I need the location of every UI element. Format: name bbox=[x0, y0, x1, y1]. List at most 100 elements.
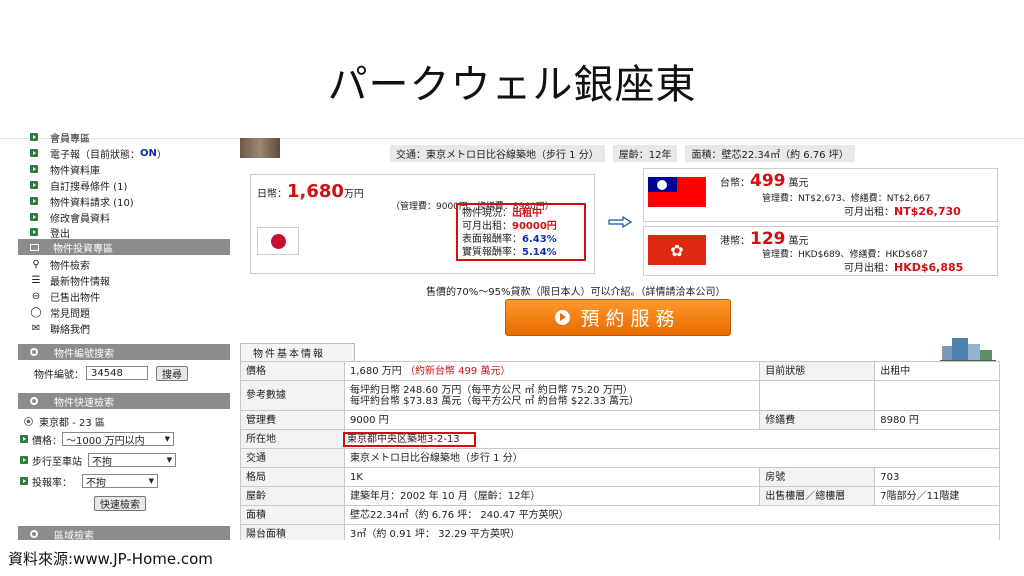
sidebar-item-faq[interactable]: ◯ 常見問題 bbox=[30, 305, 90, 320]
price-select-value: ～1000 万円以内 bbox=[66, 435, 145, 447]
play-icon bbox=[555, 310, 571, 325]
sidebar-item-requests[interactable]: 物件資料請求 (10) bbox=[30, 194, 134, 209]
sidebar-item-database[interactable]: 物件資料庫 bbox=[30, 162, 100, 177]
hongkong-flag-icon: ✿ bbox=[648, 235, 706, 265]
sidebar-header-invest: 物件投資專區 bbox=[18, 239, 230, 255]
hkd-price-box: ✿ 港幣： 129 萬元 管理費：HKD$689、修繕費：HKD$687 可月出… bbox=[643, 226, 998, 276]
minus-circle-icon: ⊖ bbox=[31, 290, 41, 302]
sidebar: 會員專區 電子報（目前狀態： ON） 物件資料庫 自訂搜尋條件 (1) 物件資料請… bbox=[18, 130, 230, 540]
row-label: 所在地 bbox=[240, 429, 345, 449]
sidebar-item-latest[interactable]: ☰ 最新物件情報 bbox=[30, 273, 110, 288]
row-label: 參考數據 bbox=[240, 380, 345, 411]
newsletter-status: ON bbox=[140, 147, 157, 159]
price-twd-note: （約新台幣 499 萬元） bbox=[405, 365, 511, 377]
sidebar-item-label: 自訂搜尋條件 (1) bbox=[50, 181, 128, 193]
sidebar-item-contact[interactable]: ✉ 聯絡我們 bbox=[30, 321, 90, 336]
number-search-input[interactable]: 34548 bbox=[86, 366, 148, 380]
row-value: 703 bbox=[874, 467, 1000, 487]
walk-select[interactable]: 不拘 ▼ bbox=[88, 453, 176, 468]
surface-yield-line: 表面報酬率：6.43% bbox=[462, 233, 580, 246]
twd-rent-label: 可月出租： bbox=[844, 207, 894, 218]
row-value: 壁芯22.34㎡（約 6.76 坪： 240.47 平方英呎） bbox=[344, 505, 1000, 525]
status-value: 出租中 bbox=[512, 208, 542, 219]
twd-label: 台幣： bbox=[720, 178, 750, 189]
main-content: 交通：東京メトロ日比谷線築地（步行 1 分） 屋齡：12年 面積：壁芯22.34… bbox=[240, 130, 1010, 540]
sidebar-item-edit-profile[interactable]: 修改會員資料 bbox=[30, 210, 110, 225]
table-row: 面積 壁芯22.34㎡（約 6.76 坪： 240.47 平方英呎） bbox=[240, 505, 1000, 525]
hkd-price: 港幣： 129 萬元 bbox=[720, 229, 809, 249]
twd-price-value: 499 bbox=[750, 171, 786, 191]
sidebar-item-label: 電子報（目前狀態： bbox=[50, 149, 140, 161]
number-search-button[interactable]: 搜尋 bbox=[156, 365, 188, 381]
quick-search-walk-row: 步行至車站 不拘 ▼ bbox=[20, 453, 176, 468]
table-row: 參考數據 每坪約日幣 248.60 万円（每平方公尺 ㎡ 約日幣 75.20 万… bbox=[240, 380, 1000, 411]
sidebar-item-logout[interactable]: 登出 bbox=[30, 225, 70, 240]
jpy-unit: 万円 bbox=[343, 189, 364, 200]
twd-price: 台幣： 499 萬元 bbox=[720, 171, 809, 191]
sidebar-item-search[interactable]: ⚲ 物件檢索 bbox=[30, 257, 90, 272]
sidebar-item-sold[interactable]: ⊖ 已售出物件 bbox=[30, 289, 100, 304]
rent-label: 可月出租： bbox=[462, 221, 512, 232]
radio-button[interactable] bbox=[24, 416, 33, 426]
sidebar-item-label: 登出 bbox=[50, 228, 70, 240]
speech-bubble-icon: ◯ bbox=[30, 306, 42, 318]
row-label: 面積 bbox=[240, 505, 345, 525]
sidebar-item-label: 聯絡我們 bbox=[50, 324, 90, 336]
row-value: 8980 円 bbox=[874, 410, 1000, 430]
region-label: 東京都 - 23 區 bbox=[39, 417, 105, 429]
walk-select-value: 不拘 bbox=[92, 456, 112, 468]
sidebar-item-saved-search[interactable]: 自訂搜尋條件 (1) bbox=[30, 178, 128, 193]
bullet-icon bbox=[20, 456, 28, 464]
table-row: 所在地 東京都中央区築地3-2-13 bbox=[240, 429, 1000, 449]
quick-search-button[interactable]: 快速檢索 bbox=[94, 495, 146, 511]
yield-select-value: 不拘 bbox=[86, 477, 106, 489]
sidebar-header-label: 物件投資專區 bbox=[53, 243, 113, 255]
row-label: 價格 bbox=[240, 361, 345, 381]
hkd-unit: 萬元 bbox=[788, 236, 809, 247]
chevron-down-icon: ▼ bbox=[164, 435, 170, 443]
japan-flag-icon bbox=[257, 227, 299, 255]
row-value bbox=[874, 380, 1000, 411]
chevron-down-icon: ▼ bbox=[148, 477, 154, 485]
jpy-price-value: 1,680 bbox=[287, 181, 344, 202]
row-label: 管理費 bbox=[240, 410, 345, 430]
sidebar-item-label: 修改會員資料 bbox=[50, 213, 110, 225]
search-icon: ⚲ bbox=[32, 258, 40, 270]
reference-jpy: 每坪約日幣 248.60 万円（每平方公尺 ㎡ 約日幣 75.20 万円） bbox=[350, 384, 633, 396]
twd-rent: 可月出租：NT$26,730 bbox=[844, 203, 961, 218]
rss-icon: ☰ bbox=[31, 274, 41, 286]
bullet-icon bbox=[30, 228, 38, 236]
chevron-down-icon: ▼ bbox=[166, 456, 172, 464]
yield-select[interactable]: 不拘 ▼ bbox=[82, 474, 158, 489]
summary-area: 面積：壁芯22.34㎡（約 6.76 坪） bbox=[685, 144, 855, 162]
price-cell: 1,680 万円 （約新台幣 499 萬元） bbox=[343, 361, 761, 381]
taiwan-flag-icon bbox=[648, 177, 706, 207]
twd-unit: 萬元 bbox=[788, 178, 809, 189]
row-value: 出租中 bbox=[874, 361, 1000, 381]
sidebar-header-number-search: 物件編號搜索 bbox=[18, 344, 230, 360]
sidebar-item-label: 常見問題 bbox=[50, 308, 90, 320]
quick-search-price-row: 價格： ～1000 万円以内 ▼ bbox=[20, 432, 174, 447]
table-row: 格局 1K 房號 703 bbox=[240, 467, 1000, 487]
sidebar-header-label: 物件編號搜索 bbox=[54, 348, 114, 360]
row-label: 房號 bbox=[759, 467, 876, 487]
real-yield-label: 實質報酬率： bbox=[462, 247, 522, 258]
sidebar-item-label: 物件檢索 bbox=[50, 260, 90, 272]
bullet-icon bbox=[20, 477, 28, 485]
sidebar-item-member[interactable]: 會員專區 bbox=[30, 130, 90, 145]
reserve-button[interactable]: 預約服務 bbox=[505, 299, 731, 336]
table-row: 價格 1,680 万円 （約新台幣 499 萬元） 目前狀態 出租中 bbox=[240, 361, 1000, 381]
source-caption: 資料來源:www.JP-Home.com bbox=[8, 550, 213, 568]
surface-yield-label: 表面報酬率： bbox=[462, 234, 522, 245]
summary-age: 屋齡：12年 bbox=[612, 144, 678, 162]
sidebar-header-area-search: 區域檢索 bbox=[18, 526, 230, 540]
bullet-icon bbox=[30, 181, 38, 189]
sidebar-item-newsletter[interactable]: 電子報（目前狀態： ON） bbox=[30, 146, 167, 161]
quick-search-region[interactable]: 東京都 - 23 區 bbox=[24, 414, 105, 429]
price-select[interactable]: ～1000 万円以内 ▼ bbox=[62, 432, 174, 447]
row-value: 7階部分／11階建 bbox=[874, 486, 1000, 506]
row-label bbox=[759, 380, 876, 411]
tab-basic-info[interactable]: 物件基本情報 bbox=[240, 343, 355, 361]
bullet-icon bbox=[30, 197, 38, 205]
bullet-icon bbox=[30, 149, 38, 157]
